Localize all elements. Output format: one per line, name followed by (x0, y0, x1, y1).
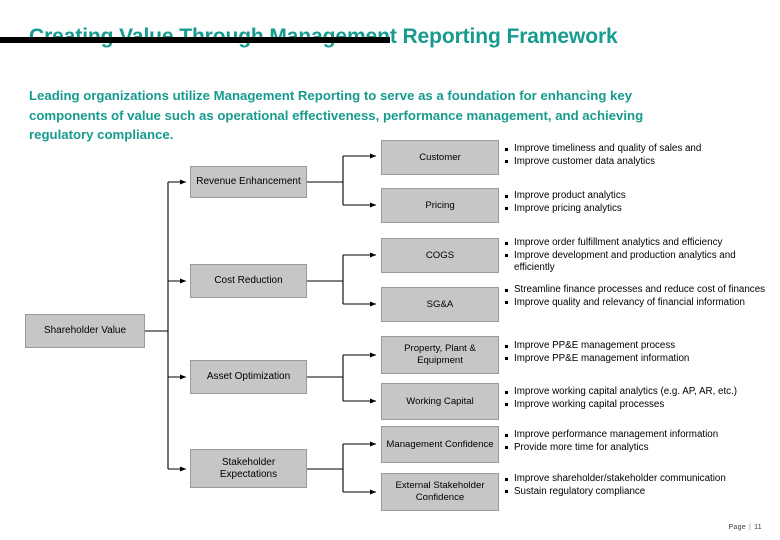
footer-separator: | (749, 524, 752, 531)
bullet-marker-icon (505, 160, 508, 164)
bullet-marker-icon (505, 357, 508, 361)
bullet-text: Improve product analytics (514, 190, 626, 201)
bullet-marker-icon (505, 147, 508, 151)
bullet-marker-icon (505, 490, 508, 494)
node-management-confidence[interactable]: Management Confidence (381, 426, 499, 463)
bullet-text: Improve PP&E management process (514, 340, 676, 351)
bullets-property-plant-equipment: Improve PP&E management process Improve … (505, 340, 773, 366)
bullet-marker-icon (505, 390, 508, 394)
bullet-marker-icon (505, 254, 508, 258)
node-working-capital[interactable]: Working Capital (381, 383, 499, 420)
node-stakeholder-expectations[interactable]: Stakeholder Expectations (190, 449, 307, 488)
footer-page-label: Page (728, 524, 746, 531)
node-property-plant-equipment[interactable]: Property, Plant & Equipment (381, 336, 499, 374)
bullets-external-stakeholder-confidence: Improve shareholder/stakeholder communic… (505, 473, 777, 499)
node-asset-optimization[interactable]: Asset Optimization (190, 360, 307, 394)
bullet-marker-icon (505, 194, 508, 198)
bullets-management-confidence: Improve performance management informati… (505, 429, 773, 455)
footer-page-number: 11 (754, 524, 762, 531)
node-cost-reduction[interactable]: Cost Reduction (190, 264, 307, 298)
bullet-marker-icon (505, 344, 508, 348)
bullet-text: Improve customer data analytics (514, 155, 656, 167)
bullet-marker-icon (505, 288, 508, 292)
node-shareholder-value[interactable]: Shareholder Value (25, 314, 145, 348)
bullet-text: Improve performance management informati… (514, 429, 719, 440)
node-customer[interactable]: Customer (381, 140, 499, 175)
bullet-marker-icon (505, 403, 508, 407)
bullets-working-capital: Improve working capital analytics (e.g. … (505, 386, 777, 412)
bullet-text: Improve working capital analytics (e.g. … (514, 386, 738, 397)
page-footer: Page | 11 (728, 524, 762, 531)
bullet-marker-icon (505, 433, 508, 437)
bullet-text: Improve working capital processes (514, 398, 665, 410)
bullet-text: Improve shareholder/stakeholder communic… (514, 473, 726, 484)
bullet-marker-icon (505, 207, 508, 211)
node-sga[interactable]: SG&A (381, 287, 499, 322)
node-pricing[interactable]: Pricing (381, 188, 499, 223)
bullet-text: Improve PP&E management information (514, 352, 690, 364)
bullets-pricing: Improve product analytics Improve pricin… (505, 190, 773, 216)
bullet-marker-icon (505, 301, 508, 305)
node-cogs[interactable]: COGS (381, 238, 499, 273)
bullets-customer: Improve timeliness and quality of sales … (505, 143, 773, 169)
bullet-text: Improve development and production analy… (514, 249, 736, 274)
bullets-sga: Streamline finance processes and reduce … (505, 284, 777, 310)
bullet-text: Streamline finance processes and reduce … (514, 284, 766, 295)
bullet-marker-icon (505, 477, 508, 481)
bullet-text: Provide more time for analytics (514, 441, 649, 453)
bullet-marker-icon (505, 446, 508, 450)
node-revenue-enhancement[interactable]: Revenue Enhancement (190, 166, 307, 198)
node-external-stakeholder-confidence[interactable]: External Stakeholder Confidence (381, 473, 499, 511)
bullet-text: Improve timeliness and quality of sales … (514, 143, 702, 154)
value-framework-diagram: Shareholder Value Revenue Enhancement Co… (0, 0, 780, 540)
bullet-text: Improve order fulfillment analytics and … (514, 237, 723, 248)
bullet-marker-icon (505, 241, 508, 245)
bullet-text: Sustain regulatory compliance (514, 485, 646, 497)
bullets-cogs: Improve order fulfillment analytics and … (505, 237, 777, 275)
bullet-text: Improve quality and relevancy of financi… (514, 296, 745, 308)
bullet-text: Improve pricing analytics (514, 202, 622, 214)
